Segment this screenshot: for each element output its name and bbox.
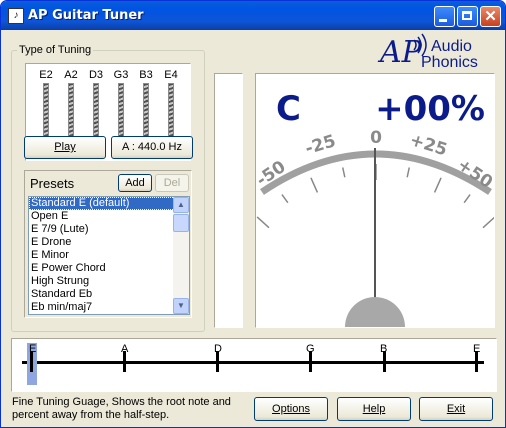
exit-button[interactable]: Exit — [419, 397, 493, 421]
gauge-tick — [463, 194, 471, 204]
fine-tick-e — [30, 351, 33, 372]
add-preset-label: Add — [125, 177, 145, 189]
logo-line2: Phonics — [421, 54, 478, 70]
play-button-label: Play — [54, 141, 76, 153]
logo-mark: AP — [377, 35, 423, 70]
gauge-tick — [256, 216, 270, 229]
gauge-label-plus50: +50 — [453, 155, 494, 193]
fine-tick-g — [309, 351, 312, 372]
preset-item[interactable]: High Strung — [29, 275, 189, 288]
close-button[interactable]: ✕ — [480, 6, 501, 27]
presets-items: Standard E (default) Open EE 7/9 (Lute) E … — [29, 197, 189, 314]
gauge-label-minus25: -25 — [303, 131, 338, 159]
exit-button-label: Exit — [446, 403, 466, 415]
fine-tick-e-high — [475, 351, 478, 372]
maximize-icon — [462, 11, 472, 20]
scroll-down-icon[interactable]: ▼ — [173, 298, 189, 314]
gauge-label-zero: 0 — [370, 128, 382, 148]
app-icon[interactable]: ♪ — [8, 8, 24, 24]
preset-item[interactable]: E Minor — [29, 249, 189, 262]
help-button-label: Help — [362, 403, 386, 415]
add-preset-button[interactable]: Add — [118, 174, 152, 192]
options-button-label: Options — [272, 403, 310, 415]
tuning-group-label: Type of Tuning — [19, 44, 92, 56]
presets-list[interactable]: Standard E (default) Open EE 7/9 (Lute) E … — [28, 196, 190, 315]
presets-label: Presets — [30, 176, 75, 191]
preset-item[interactable]: E Power Chord — [29, 262, 189, 275]
string-label-3: D3 — [88, 69, 104, 81]
scroll-up-icon[interactable]: ▲ — [173, 197, 189, 213]
close-icon: ✕ — [484, 8, 497, 25]
preset-item[interactable]: Standard Eb — [29, 288, 189, 301]
client-area: Type of Tuning E2 A2 D3 G3 B3 E4 Play A … — [4, 30, 502, 424]
gauge-tick — [433, 177, 442, 193]
fine-tuning-strip — [11, 338, 497, 392]
preset-item[interactable]: E Drone — [29, 236, 189, 249]
string-label-5: B3 — [139, 69, 153, 81]
gauge-note: C — [276, 89, 301, 129]
play-button[interactable]: Play — [24, 136, 106, 159]
window-title: AP Guitar Tuner — [28, 8, 144, 23]
string-label-1: E2 — [39, 69, 53, 81]
title-bar[interactable]: ♪ AP Guitar Tuner ✕ — [1, 1, 505, 30]
preset-item[interactable]: E 7/9 (Lute) — [29, 223, 189, 236]
reference-pitch-button[interactable]: A : 440.0 Hz — [111, 136, 193, 159]
logo-line1: Audio — [431, 38, 472, 55]
gauge-tick — [482, 216, 496, 229]
delete-preset-button: Del — [155, 174, 189, 192]
string-label-4: G3 — [113, 69, 129, 81]
maximize-button[interactable] — [457, 6, 478, 27]
gauge-tick — [281, 194, 289, 204]
fine-tick-b — [383, 351, 386, 372]
level-meter — [214, 73, 243, 328]
gauge-pivot — [345, 297, 405, 327]
minimize-icon — [439, 19, 447, 22]
preset-item[interactable]: Standard E (default) — [29, 197, 189, 210]
preset-item[interactable]: Eb min/maj7 — [29, 301, 189, 314]
app-window: ♪ AP Guitar Tuner ✕ Type of Tuning E2 A2… — [0, 0, 506, 428]
help-button[interactable]: Help — [337, 397, 411, 421]
string-label-2: A2 — [64, 69, 78, 81]
preset-item[interactable]: Open E — [29, 210, 189, 223]
gauge-tick — [406, 167, 410, 178]
scroll-thumb[interactable] — [173, 214, 189, 232]
options-button[interactable]: Options — [254, 397, 328, 421]
delete-preset-label: Del — [163, 177, 181, 189]
presets-scrollbar[interactable]: ▲ ▼ — [173, 197, 189, 314]
minimize-button[interactable] — [434, 6, 455, 27]
audio-phonics-logo: AP Audio Phonics — [377, 33, 478, 70]
gauge-tick — [342, 167, 346, 178]
status-text: Fine Tuning Guage, Shows the root note a… — [12, 396, 231, 421]
fine-tick-a — [123, 351, 126, 372]
reference-pitch-label: A : 440.0 Hz — [122, 141, 182, 153]
string-label-6: E4 — [164, 69, 178, 81]
fine-tick-d — [216, 351, 219, 372]
gauge-tick — [310, 177, 319, 193]
gauge-cents: +00% — [375, 89, 485, 129]
tuning-gauge: C +00% -50 -25 0 +25 +50 — [253, 73, 496, 328]
fine-tuning-line — [22, 361, 484, 364]
gauge-svg: C +00% -50 -25 0 +25 +50 — [253, 89, 496, 327]
